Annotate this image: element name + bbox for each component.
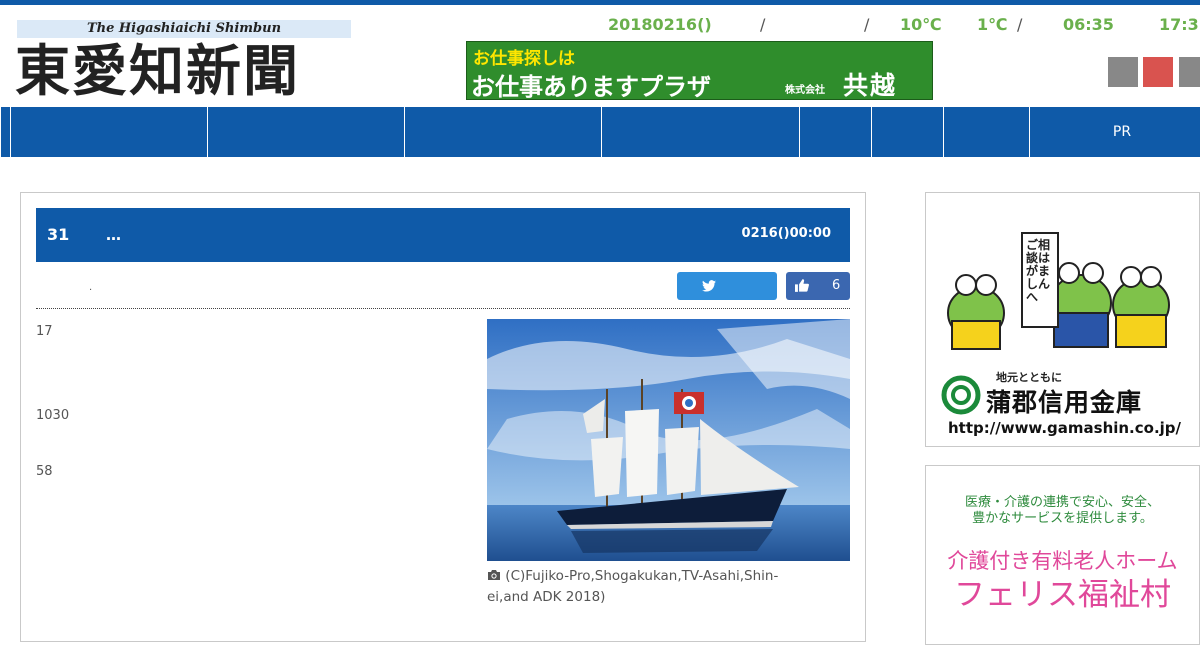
article-title: … bbox=[106, 226, 121, 244]
ad-feris-line3: 介護付き有料老人ホーム bbox=[947, 549, 1178, 573]
article-paragraph: 58 bbox=[36, 464, 53, 479]
ad-feris-line2: 豊かなサービスを提供します。 bbox=[972, 511, 1153, 526]
ad-feris-line1: 医療・介護の連携で安心、安全、 bbox=[964, 495, 1160, 510]
sunrise-time: 06:35 bbox=[1063, 15, 1114, 34]
nav-item[interactable] bbox=[601, 107, 800, 157]
thumbs-up-icon bbox=[795, 279, 809, 292]
nav-item[interactable] bbox=[10, 107, 208, 157]
banner-company-type: 株式会社 bbox=[785, 85, 825, 96]
font-size-medium-button[interactable] bbox=[1143, 57, 1173, 87]
banner-line1: お仕事探しは bbox=[473, 49, 575, 69]
nav-item[interactable] bbox=[404, 107, 602, 157]
current-date: 20180216() bbox=[608, 15, 712, 34]
ad-gamagori-shinkin[interactable]: ご相談はがましんへ 地元とともに 蒲郡信用金庫 http://www.gamas… bbox=[925, 192, 1200, 447]
ad-url: http://www.gamashin.co.jp/ bbox=[948, 419, 1182, 437]
main-nav: PR bbox=[0, 107, 1200, 157]
article-paragraph: 17 bbox=[36, 324, 53, 339]
like-button[interactable]: 6 bbox=[786, 272, 850, 300]
ad-feris-fukushimura[interactable]: 医療・介護の連携で安心、安全、 豊かなサービスを提供します。 介護付き有料老人ホ… bbox=[925, 465, 1200, 645]
info-separator: / bbox=[864, 15, 870, 34]
photo-caption-text: (C)Fujiko-Pro,Shogakukan,TV-Asahi,Shin-e… bbox=[487, 568, 779, 605]
nav-item[interactable] bbox=[207, 107, 405, 157]
photo-caption: (C)Fujiko-Pro,Shogakukan,TV-Asahi,Shin-e… bbox=[487, 566, 807, 608]
logo-subtitle[interactable]: The Higashiaichi Shimbun bbox=[17, 20, 351, 38]
site-logo[interactable]: 東愛知新聞 bbox=[15, 38, 355, 104]
nav-item[interactable] bbox=[943, 107, 1030, 157]
temperature-low: 1℃ bbox=[977, 15, 1008, 34]
top-accent-bar bbox=[0, 0, 1200, 5]
divider bbox=[36, 308, 850, 309]
twitter-share-button[interactable] bbox=[677, 272, 777, 300]
nav-item-pr[interactable]: PR bbox=[1029, 107, 1200, 157]
nav-item[interactable] bbox=[871, 107, 944, 157]
info-separator: / bbox=[1017, 15, 1023, 34]
twitter-icon bbox=[702, 280, 716, 292]
ad-speech-bubble: ご相談はがましんへ bbox=[1026, 238, 1051, 304]
ad-feris-line4: フェリス福祉村 bbox=[954, 577, 1171, 613]
font-size-large-button[interactable] bbox=[1179, 57, 1200, 87]
header-banner-ad[interactable]: お仕事探しは お仕事ありますプラザ 株式会社 共越 bbox=[466, 41, 933, 101]
article-byline: . bbox=[89, 282, 93, 293]
article-number: 31 bbox=[47, 225, 70, 244]
nav-item[interactable] bbox=[799, 107, 872, 157]
info-separator: / bbox=[760, 15, 766, 34]
banner-line2: お仕事ありますプラザ bbox=[471, 73, 711, 101]
article-paragraph: 1030 bbox=[36, 408, 70, 423]
article-date: 0216()00:00 bbox=[741, 226, 831, 241]
sunset-time: 17:3 bbox=[1159, 15, 1199, 34]
font-size-small-button[interactable] bbox=[1108, 57, 1138, 87]
like-count: 6 bbox=[832, 278, 841, 293]
camera-icon bbox=[488, 570, 500, 580]
article-header: 31 … 0216()00:00 bbox=[36, 208, 850, 262]
article-photo[interactable] bbox=[487, 319, 850, 561]
ad-bank-name: 蒲郡信用金庫 bbox=[986, 388, 1143, 417]
banner-company: 共越 bbox=[843, 71, 898, 100]
temperature-high: 10℃ bbox=[900, 15, 942, 34]
